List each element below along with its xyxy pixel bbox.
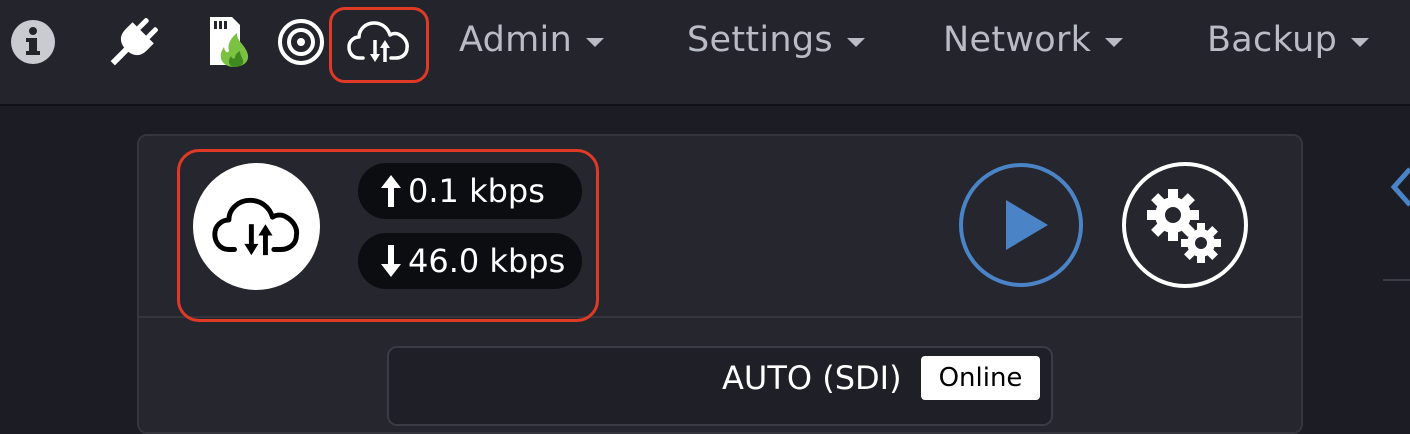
- status-badge: Online: [921, 356, 1040, 400]
- settings-menu[interactable]: Settings: [687, 18, 865, 62]
- settings-gear-button[interactable]: [1122, 162, 1248, 288]
- highlight-box: [329, 7, 429, 83]
- sd-card-fire-icon[interactable]: [200, 0, 256, 84]
- chevron-down-icon: [586, 37, 605, 47]
- admin-menu[interactable]: Admin: [459, 18, 605, 62]
- backup-menu-label: Backup: [1207, 20, 1338, 60]
- network-menu-label: Network: [943, 20, 1092, 60]
- info-icon[interactable]: [8, 0, 58, 84]
- backup-menu[interactable]: Backup: [1207, 18, 1370, 62]
- chevron-left-icon[interactable]: [1390, 165, 1410, 213]
- gears-icon: [1147, 189, 1221, 263]
- chevron-down-icon: [1351, 37, 1370, 47]
- target-icon[interactable]: [276, 0, 326, 84]
- top-navbar: Admin Settings Network Backup: [0, 0, 1410, 106]
- divider: [1383, 279, 1410, 281]
- play-icon: [1006, 200, 1048, 250]
- settings-menu-label: Settings: [687, 20, 833, 60]
- play-button[interactable]: [959, 163, 1083, 287]
- chevron-down-icon: [846, 37, 865, 47]
- network-menu[interactable]: Network: [943, 18, 1124, 62]
- plug-icon[interactable]: [104, 0, 164, 84]
- highlight-box: [177, 149, 599, 322]
- chevron-down-icon: [1105, 37, 1124, 47]
- source-label: AUTO (SDI): [722, 359, 902, 397]
- admin-menu-label: Admin: [459, 20, 573, 60]
